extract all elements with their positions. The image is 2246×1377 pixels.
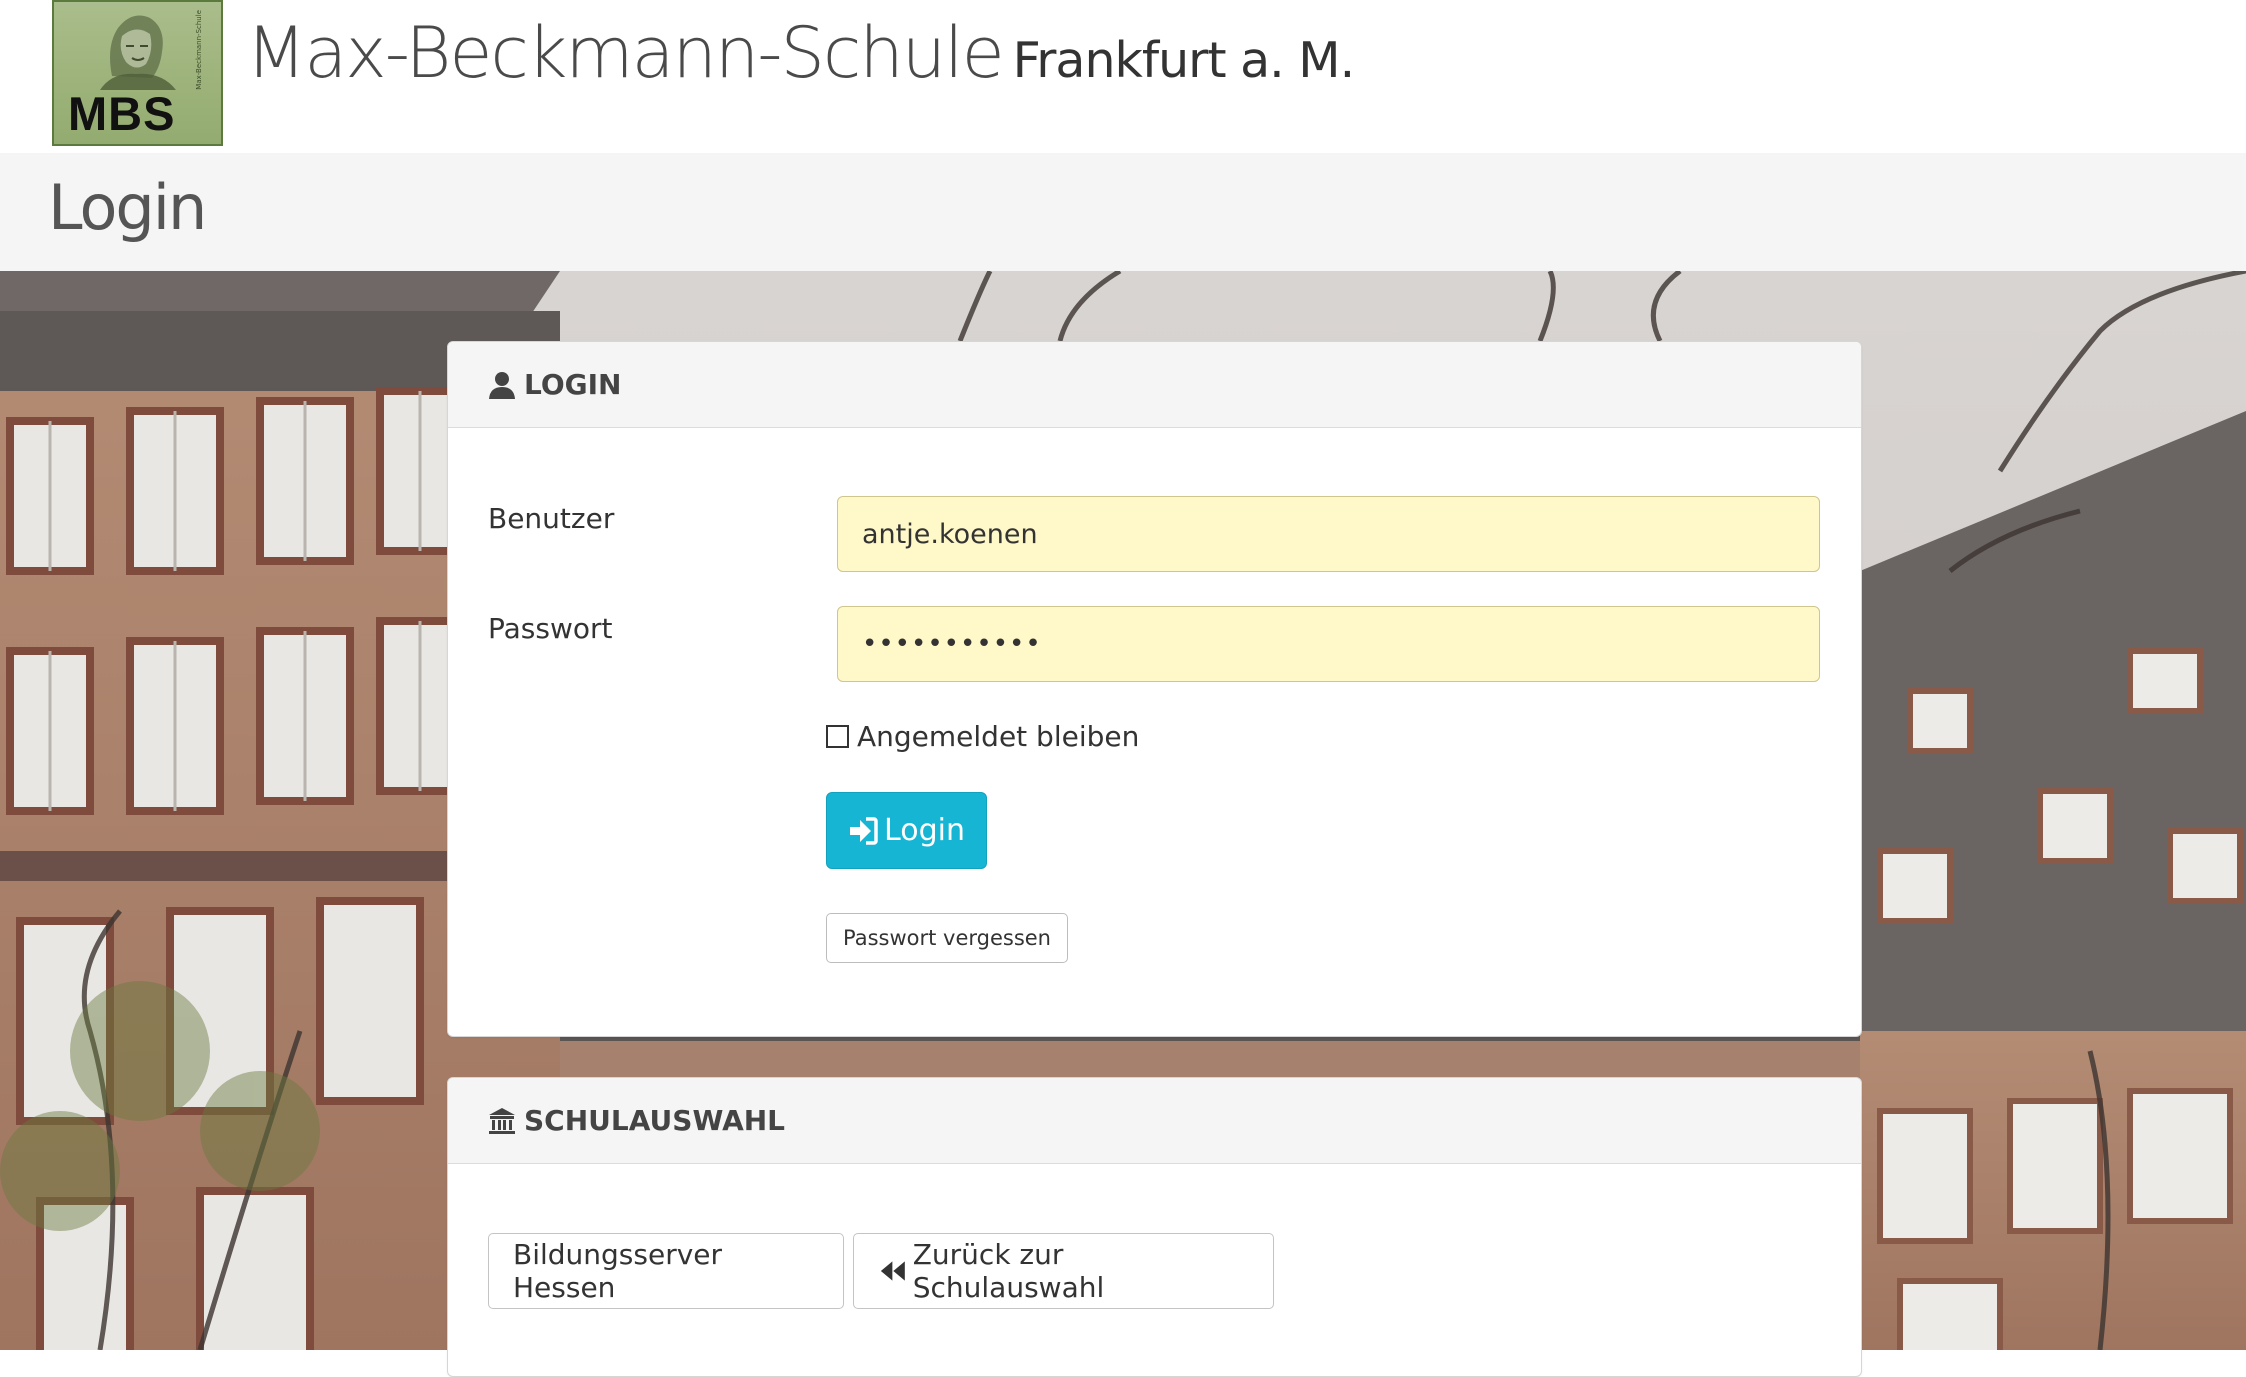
back-to-school-selection-button[interactable]: Zurück zur Schulauswahl [853,1233,1274,1309]
password-input[interactable]: ••••••••••• [837,606,1820,682]
login-panel: LOGIN Benutzer Passwort ••••••••••• Ange… [447,341,1862,1037]
user-icon [489,371,515,399]
site-title-main: Max-Beckmann-Schule [246,12,1005,94]
site-title: Max-Beckmann-Schule Frankfurt a. M. [246,12,1355,94]
school-selection-panel: SCHULAUSWAHL Bildungsserver Hessen Zurüc… [447,1077,1862,1377]
portrait-icon [100,15,176,90]
site-title-sub: Frankfurt a. M. [1012,32,1355,89]
login-panel-heading: LOGIN [448,342,1861,428]
login-button-label: Login [884,813,965,848]
bildungsserver-button[interactable]: Bildungsserver Hessen [488,1233,844,1309]
logo-side-text: Max-Beckmann-Schule [195,10,203,90]
page-title-band: Login [0,153,2246,271]
fast-backward-icon [880,1261,905,1281]
school-panel-heading: SCHULAUSWAHL [448,1078,1861,1164]
login-panel-title: LOGIN [524,368,622,401]
username-label: Benutzer [488,502,615,535]
institution-icon [489,1107,515,1134]
school-logo[interactable]: Max-Beckmann-Schule MBS [52,0,223,146]
remember-me-label: Angemeldet bleiben [857,720,1140,753]
password-label: Passwort [488,612,613,645]
back-button-label: Zurück zur Schulauswahl [912,1238,1105,1304]
site-header: Max-Beckmann-Schule MBS Max-Beckmann-Sch… [0,0,2246,153]
forgot-password-button[interactable]: Passwort vergessen [826,913,1068,963]
school-panel-title: SCHULAUSWAHL [524,1104,786,1137]
login-button[interactable]: Login [826,792,987,869]
logo-text: MBS [68,87,176,140]
sign-in-icon [850,816,878,845]
username-input[interactable] [837,496,1820,572]
checkbox-box[interactable] [826,725,849,748]
remember-me-checkbox[interactable]: Angemeldet bleiben [826,720,1139,753]
page-title: Login [48,171,207,244]
